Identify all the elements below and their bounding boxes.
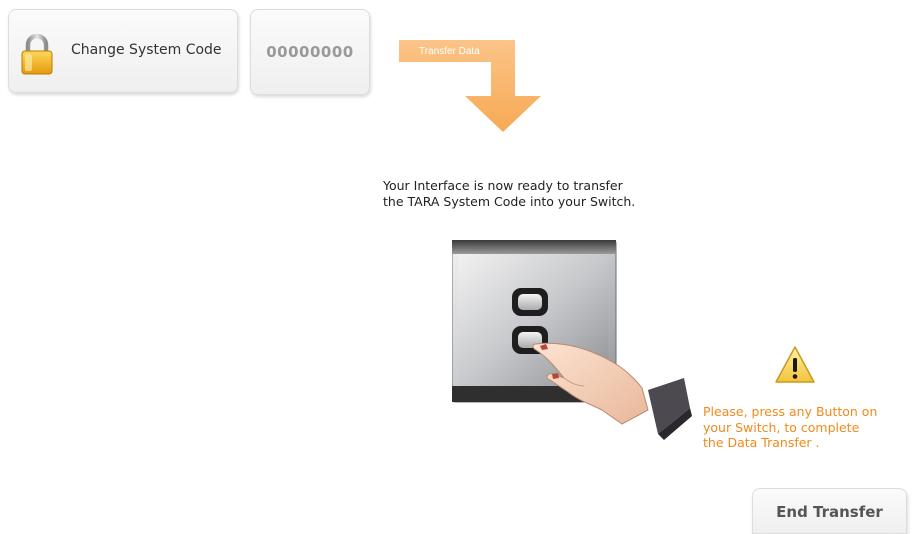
instruction-line-2: your Switch, to complete [703,419,860,435]
end-transfer-button[interactable]: End Transfer [752,488,907,534]
wall-switch-illustration [452,240,692,440]
ready-message-line-1: Your Interface is now ready to transfer [383,178,623,193]
change-system-code-button[interactable]: Change System Code [8,9,238,93]
system-code-value: 00000000 [266,43,354,61]
system-code-display: 00000000 [250,9,370,95]
change-system-code-label: Change System Code [71,42,222,58]
warning-icon [775,346,815,383]
ready-message: Your Interface is now ready to transfer … [383,178,723,210]
ready-message-line-2: the TARA System Code into your Switch. [383,194,636,209]
transfer-data-label: Transfer Data [419,46,480,57]
instruction-line-1: Please, press any Button on [703,404,878,419]
instruction-line-3: the Data Transfer . [703,435,820,450]
transfer-data-arrow: Transfer Data [399,40,549,132]
switch-button-top [512,288,548,316]
end-transfer-label: End Transfer [776,503,883,521]
lock-icon [21,33,53,75]
press-button-instruction: Please, press any Button on your Switch,… [703,404,913,451]
